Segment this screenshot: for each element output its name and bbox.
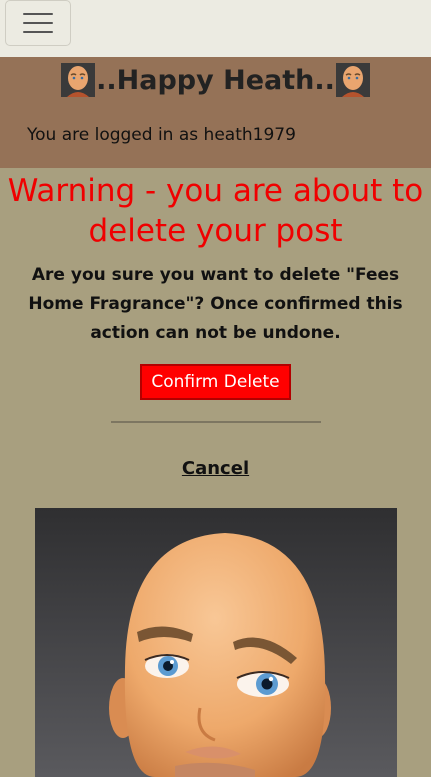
divider xyxy=(110,421,321,423)
delete-confirmation-question: Are you sure you want to delete "Fees Ho… xyxy=(28,265,403,343)
site-title: ..Happy Heath.. xyxy=(0,63,431,97)
menu-toggle-button[interactable] xyxy=(5,0,71,46)
user-avatar-icon xyxy=(61,63,96,97)
user-avatar-icon xyxy=(335,63,370,97)
hamburger-menu-icon-bar xyxy=(23,31,53,33)
hamburger-menu-icon xyxy=(23,13,53,15)
avatar-image xyxy=(35,508,397,777)
site-header: ..Happy Heath.. You are logged in as hea… xyxy=(0,57,431,168)
login-status-text: You are logged in as heath1979 xyxy=(27,125,296,145)
confirm-delete-button[interactable]: Confirm Delete xyxy=(140,364,291,400)
cancel-link[interactable]: Cancel xyxy=(182,458,249,479)
delete-warning-heading: Warning - you are about to delete your p… xyxy=(7,173,424,249)
navbar xyxy=(0,0,431,57)
hamburger-menu-icon-bar xyxy=(23,22,53,24)
cancel-wrapper: Cancel xyxy=(0,458,431,479)
site-title-text: ..Happy Heath.. xyxy=(96,64,335,96)
confirm-wrapper: Confirm Delete xyxy=(0,364,431,400)
